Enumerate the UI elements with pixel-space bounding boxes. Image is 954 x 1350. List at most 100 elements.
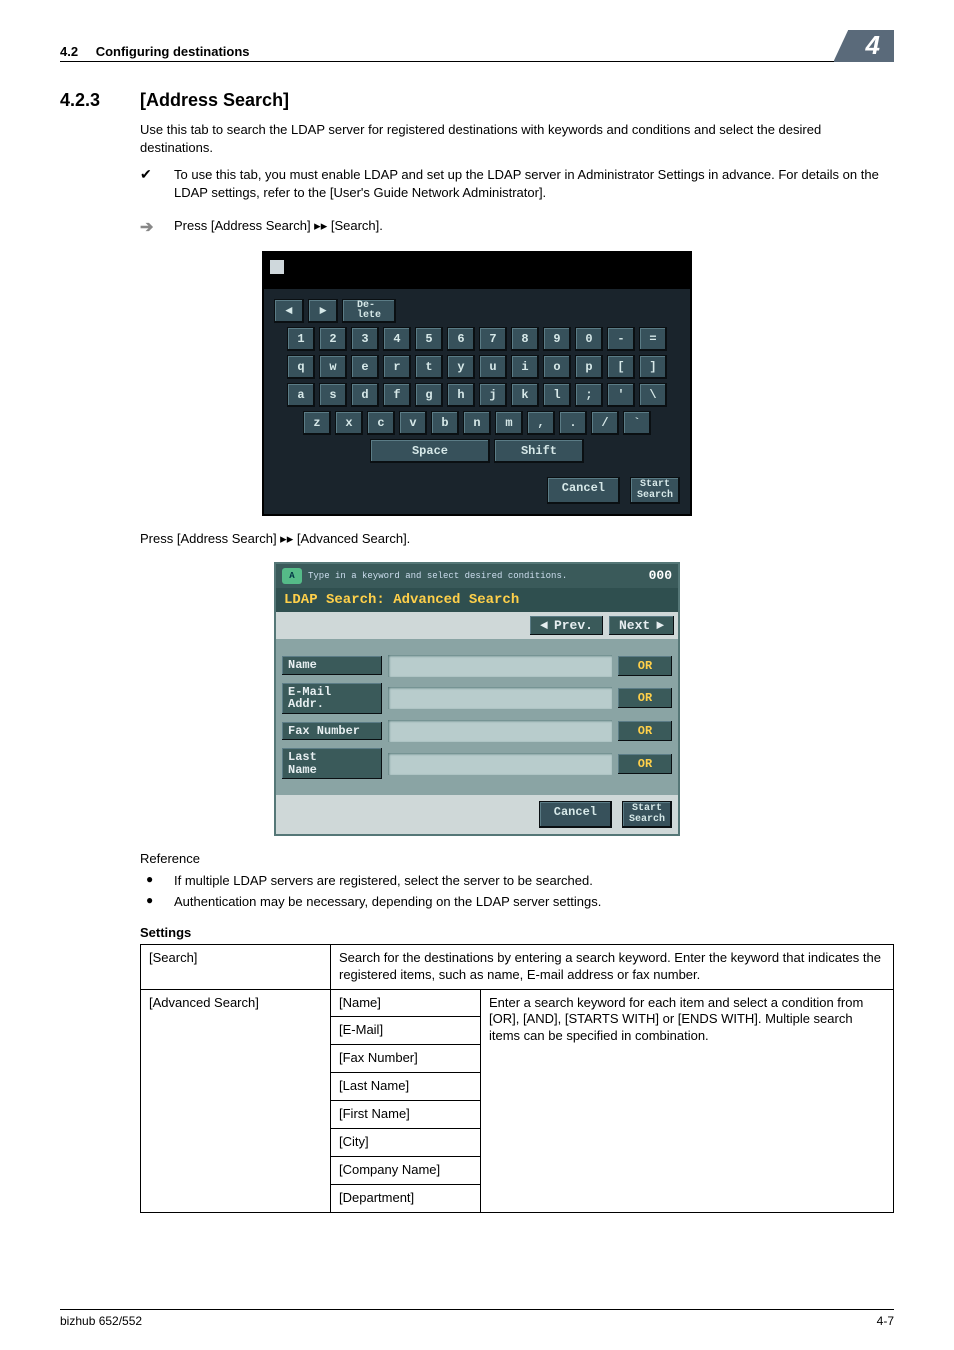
key-d[interactable]: d [351,383,379,407]
hint-text: Type in a keyword and select desired con… [308,571,567,581]
adv-field-input[interactable] [388,720,612,742]
key-'[interactable]: ' [607,383,635,407]
adv-condition-button[interactable]: OR [618,754,672,774]
footer-product: bizhub 652/552 [60,1314,142,1328]
key-i[interactable]: i [511,355,539,379]
key-`[interactable]: ` [623,411,651,435]
key-,[interactable]: , [527,411,555,435]
adv-field-label[interactable]: E-Mail Addr. [282,683,382,714]
header-section-title: Configuring destinations [96,44,250,59]
key-9[interactable]: 9 [543,327,571,351]
key-e[interactable]: e [351,355,379,379]
shift-key[interactable]: Shift [494,439,584,463]
key-1[interactable]: 1 [287,327,315,351]
key-a[interactable]: a [287,383,315,407]
advanced-search-screenshot: A Type in a keyword and select desired co… [274,562,680,836]
key-2[interactable]: 2 [319,327,347,351]
adv-field-input[interactable] [388,753,612,775]
key-y[interactable]: y [447,355,475,379]
reference-item: Authentication may be necessary, dependi… [174,893,894,911]
adv-cancel-button[interactable]: Cancel [539,801,612,828]
section-number: 4.2.3 [60,90,140,111]
key-p[interactable]: p [575,355,603,379]
bullet-icon: ● [140,872,174,890]
prev-button[interactable]: ◄Prev. [530,616,603,635]
setting-advanced-item: [Last Name] [331,1073,481,1101]
key-n[interactable]: n [463,411,491,435]
setting-advanced-item: [Fax Number] [331,1045,481,1073]
setting-advanced-item: [E-Mail] [331,1017,481,1045]
key-l[interactable]: l [543,383,571,407]
key-z[interactable]: z [303,411,331,435]
step-search: Press [Address Search] ▸▸ [Search]. [174,217,894,237]
footer-page: 4-7 [877,1314,894,1328]
key-=[interactable]: = [639,327,667,351]
adv-field-label[interactable]: Last Name [282,748,382,779]
setting-advanced-item: [Name] [331,989,481,1017]
key-[[interactable]: [ [607,355,635,379]
adv-condition-button[interactable]: OR [618,721,672,741]
key-5[interactable]: 5 [415,327,443,351]
key-m[interactable]: m [495,411,523,435]
setting-advanced-item: [Department] [331,1184,481,1212]
key-x[interactable]: x [335,411,363,435]
key-t[interactable]: t [415,355,443,379]
keyboard-screenshot: ◄ ► De- lete 1234567890-= qwertyuiop[] a… [262,251,692,516]
key-0[interactable]: 0 [575,327,603,351]
setting-advanced-item: [Company Name] [331,1156,481,1184]
setting-advanced-desc: Enter a search keyword for each item and… [481,989,894,1212]
setting-advanced-label: [Advanced Search] [141,989,331,1212]
next-button[interactable]: Next► [609,616,674,635]
page-footer: bizhub 652/552 4-7 [60,1309,894,1328]
setting-advanced-item: [City] [331,1128,481,1156]
space-key[interactable]: Space [370,439,490,463]
key-k[interactable]: k [511,383,539,407]
key--[interactable]: - [607,327,635,351]
adv-field-label[interactable]: Name [282,656,382,675]
key-w[interactable]: w [319,355,347,379]
settings-table: [Search] Search for the destinations by … [140,944,894,1213]
intro-paragraph: Use this tab to search the LDAP server f… [140,121,894,156]
delete-key[interactable]: De- lete [342,299,396,323]
prerequisite-note: To use this tab, you must enable LDAP an… [174,166,894,201]
arrow-left-key[interactable]: ◄ [274,299,304,323]
key-\[interactable]: \ [639,383,667,407]
reference-heading: Reference [140,850,894,868]
key-h[interactable]: h [447,383,475,407]
start-search-button[interactable]: Start Search [630,477,680,504]
settings-table-title: Settings [140,925,894,940]
key-b[interactable]: b [431,411,459,435]
checkmark-icon: ✔ [140,166,174,201]
key-8[interactable]: 8 [511,327,539,351]
key-g[interactable]: g [415,383,443,407]
key-f[interactable]: f [383,383,411,407]
arrow-right-key[interactable]: ► [308,299,338,323]
key-7[interactable]: 7 [479,327,507,351]
adv-condition-button[interactable]: OR [618,656,672,676]
key-6[interactable]: 6 [447,327,475,351]
adv-field-input[interactable] [388,687,612,709]
key-3[interactable]: 3 [351,327,379,351]
key-j[interactable]: j [479,383,507,407]
key-c[interactable]: c [367,411,395,435]
key-r[interactable]: r [383,355,411,379]
key-;[interactable]: ; [575,383,603,407]
adv-field-label[interactable]: Fax Number [282,722,382,741]
chapter-badge: 4 [848,30,894,62]
cancel-button[interactable]: Cancel [547,477,620,504]
key-o[interactable]: o [543,355,571,379]
key-q[interactable]: q [287,355,315,379]
key-v[interactable]: v [399,411,427,435]
key-][interactable]: ] [639,355,667,379]
key-4[interactable]: 4 [383,327,411,351]
key-s[interactable]: s [319,383,347,407]
key-/[interactable]: / [591,411,619,435]
adv-field-input[interactable] [388,655,612,677]
key-.[interactable]: . [559,411,587,435]
hint-icon: A [282,568,302,584]
result-count: 000 [649,568,672,583]
adv-condition-button[interactable]: OR [618,688,672,708]
adv-start-search-button[interactable]: Start Search [622,801,672,828]
key-u[interactable]: u [479,355,507,379]
section-title: [Address Search] [140,90,289,111]
